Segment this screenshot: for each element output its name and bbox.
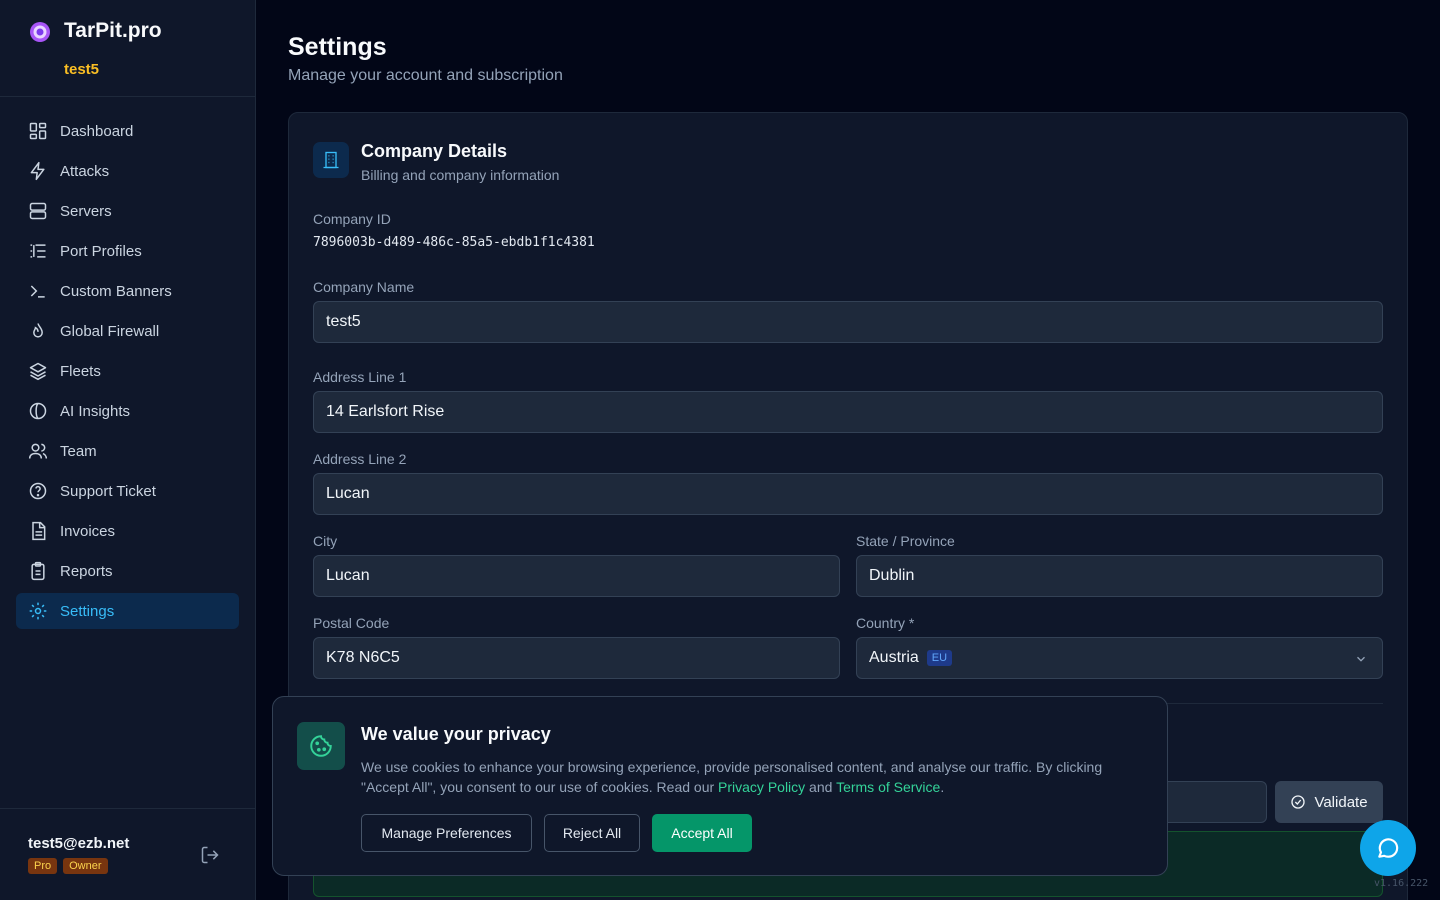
country-select[interactable]: Austria EU: [856, 637, 1383, 679]
sidebar-item-label: Settings: [60, 602, 115, 620]
sidebar-item-label: Support Ticket: [60, 482, 156, 500]
postal-code-input[interactable]: [313, 637, 840, 679]
country-label: Country *: [856, 615, 915, 631]
sidebar-item-label: Fleets: [60, 362, 101, 380]
sidebar-nav: Dashboard Attacks Servers Port Profiles …: [16, 113, 239, 633]
address-line-1-label: Address Line 1: [313, 369, 407, 385]
flame-icon: [33, 323, 43, 338]
sidebar-item-label: Servers: [60, 202, 112, 220]
server-icon: [29, 202, 47, 220]
brand-name[interactable]: TarPit.pro: [64, 19, 162, 43]
users-icon: [28, 443, 48, 459]
cookie-period: .: [940, 779, 945, 795]
sidebar-item-port-profiles[interactable]: Port Profiles: [16, 233, 239, 269]
cookie-consent-banner: We value your privacy We use cookies to …: [272, 696, 1168, 876]
sidebar-item-invoices[interactable]: Invoices: [16, 513, 239, 549]
cookie-icon: [310, 735, 332, 757]
user-email: test5@ezb.net: [28, 835, 130, 852]
validate-button[interactable]: Validate: [1275, 781, 1383, 823]
tarpit-logo-icon: [30, 22, 50, 42]
chat-bubble-icon: [1378, 838, 1399, 858]
list-icon: [30, 244, 46, 258]
user-account-panel: test5@ezb.net Pro Owner: [0, 808, 256, 900]
gear-icon: [29, 602, 47, 620]
validate-label: Validate: [1314, 793, 1368, 811]
card-icon-container: [313, 142, 349, 178]
help-circle-icon: [29, 482, 47, 500]
sidebar-item-reports[interactable]: Reports: [16, 553, 239, 589]
city-label: City: [313, 533, 338, 549]
file-text-icon: [32, 521, 46, 541]
terms-of-service-link[interactable]: Terms of Service: [836, 779, 940, 795]
sidebar-item-global-firewall[interactable]: Global Firewall: [16, 313, 239, 349]
state-input[interactable]: [856, 555, 1383, 597]
logout-icon[interactable]: [200, 845, 220, 865]
user-badges: Pro Owner: [28, 858, 108, 874]
sidebar-item-custom-banners[interactable]: Custom Banners: [16, 273, 239, 309]
organization-name: test5: [64, 61, 100, 78]
manage-preferences-button[interactable]: Manage Preferences: [361, 814, 532, 852]
card-subtitle: Billing and company information: [361, 167, 560, 183]
company-id-label: Company ID: [313, 211, 391, 227]
chat-button[interactable]: [1360, 820, 1416, 876]
role-badge: Owner: [63, 858, 108, 874]
sidebar-item-attacks[interactable]: Attacks: [16, 153, 239, 189]
building-icon: [323, 151, 339, 169]
lightning-icon: [30, 161, 45, 181]
state-label: State / Province: [856, 533, 955, 549]
cookie-title: We value your privacy: [361, 724, 551, 744]
country-value: Austria: [869, 649, 919, 666]
cookie-and-text: and: [805, 779, 837, 795]
sidebar: TarPit.pro test5 Dashboard Attacks Serve…: [0, 0, 256, 900]
company-name-label: Company Name: [313, 279, 415, 295]
page-title: Settings: [288, 33, 387, 61]
cookie-description: We use cookies to enhance your browsing …: [361, 757, 1141, 797]
address-line-2-label: Address Line 2: [313, 451, 407, 467]
terminal-icon: [30, 285, 45, 298]
card-title: Company Details: [361, 141, 508, 161]
sidebar-item-ai-insights[interactable]: AI Insights: [16, 393, 239, 429]
eu-badge: EU: [926, 650, 953, 666]
chevron-down-icon: [1357, 656, 1365, 662]
plan-badge: Pro: [28, 858, 58, 874]
company-name-input[interactable]: [313, 301, 1383, 343]
sidebar-item-label: Global Firewall: [60, 322, 160, 340]
sidebar-item-label: Team: [60, 442, 97, 460]
sidebar-item-label: Custom Banners: [60, 282, 172, 300]
sidebar-item-fleets[interactable]: Fleets: [16, 353, 239, 389]
company-id-value: 7896003b-d489-486c-85a5-ebdb1f1c4381: [313, 235, 595, 250]
sidebar-item-label: Port Profiles: [60, 242, 142, 260]
sidebar-item-settings[interactable]: Settings: [16, 593, 239, 629]
sidebar-item-label: Invoices: [60, 522, 116, 540]
cookie-icon-container: [297, 722, 345, 770]
clipboard-icon: [31, 561, 45, 581]
sidebar-item-dashboard[interactable]: Dashboard: [16, 113, 239, 149]
postal-code-label: Postal Code: [313, 615, 390, 631]
address-line-1-input[interactable]: [313, 391, 1383, 433]
version-label: v1.16.222: [1374, 878, 1429, 889]
sidebar-item-team[interactable]: Team: [16, 433, 239, 469]
accept-all-button[interactable]: Accept All: [652, 814, 752, 852]
sidebar-item-label: Reports: [60, 562, 113, 580]
sidebar-item-label: Dashboard: [60, 122, 134, 140]
address-line-2-input[interactable]: [313, 473, 1383, 515]
sidebar-item-support-ticket[interactable]: Support Ticket: [16, 473, 239, 509]
check-circle-icon: [1291, 795, 1306, 809]
sidebar-item-label: Attacks: [60, 162, 110, 180]
brain-icon: [29, 402, 47, 420]
layers-icon: [29, 362, 47, 381]
city-input[interactable]: [313, 555, 840, 597]
sidebar-item-servers[interactable]: Servers: [16, 193, 239, 229]
brand-header: TarPit.pro test5: [0, 0, 255, 97]
privacy-policy-link[interactable]: Privacy Policy: [718, 779, 805, 795]
dashboard-icon: [29, 122, 47, 140]
page-subtitle: Manage your account and subscription: [288, 67, 563, 84]
sidebar-item-label: AI Insights: [60, 402, 131, 420]
reject-all-button[interactable]: Reject All: [544, 814, 640, 852]
